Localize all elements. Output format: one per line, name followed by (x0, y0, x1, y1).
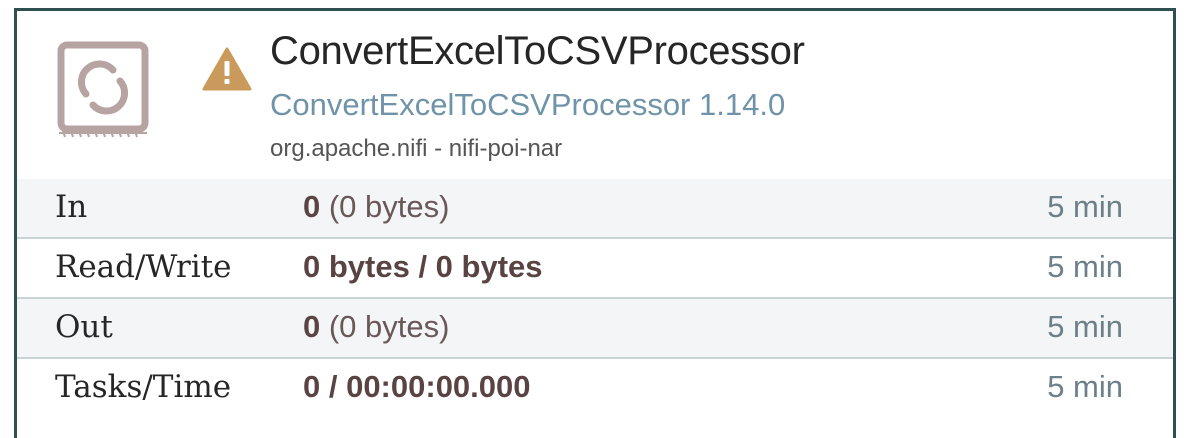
processor-bundle: org.apache.nifi - nifi-poi-nar (270, 135, 563, 162)
stat-label: Read/Write (55, 249, 232, 285)
stats-row-tasks-time: Tasks/Time 0 / 00:00:00.000 5 min (17, 359, 1173, 421)
stat-window: 5 min (1047, 369, 1123, 404)
processor-type-version: ConvertExcelToCSVProcessor 1.14.0 (270, 87, 786, 122)
stats-row-read-write: Read/Write 0 bytes / 0 bytes 5 min (17, 239, 1173, 299)
processor-icon (57, 41, 149, 138)
stat-label: In (55, 189, 88, 225)
stats-row-in: In 0 (0 bytes) 5 min (17, 179, 1173, 239)
stat-value: 0 (0 bytes) (303, 189, 450, 224)
processor-card[interactable]: ConvertExcelToCSVProcessor ConvertExcelT… (14, 8, 1176, 438)
processor-header: ConvertExcelToCSVProcessor ConvertExcelT… (17, 11, 1173, 181)
stat-label: Tasks/Time (55, 369, 232, 405)
page: ConvertExcelToCSVProcessor ConvertExcelT… (0, 0, 1193, 438)
stat-window: 5 min (1047, 309, 1123, 344)
stats-row-out: Out 0 (0 bytes) 5 min (17, 299, 1173, 359)
stat-window: 5 min (1047, 249, 1123, 284)
stat-value: 0 / 00:00:00.000 (303, 369, 531, 404)
processor-stats: In 0 (0 bytes) 5 min Read/Write 0 bytes … (17, 179, 1173, 421)
stat-value: 0 bytes / 0 bytes (303, 249, 543, 284)
stat-value: 0 (0 bytes) (303, 309, 450, 344)
warning-icon[interactable] (202, 47, 252, 91)
stat-window: 5 min (1047, 189, 1123, 224)
processor-name: ConvertExcelToCSVProcessor (270, 29, 805, 73)
stat-label: Out (55, 309, 113, 345)
